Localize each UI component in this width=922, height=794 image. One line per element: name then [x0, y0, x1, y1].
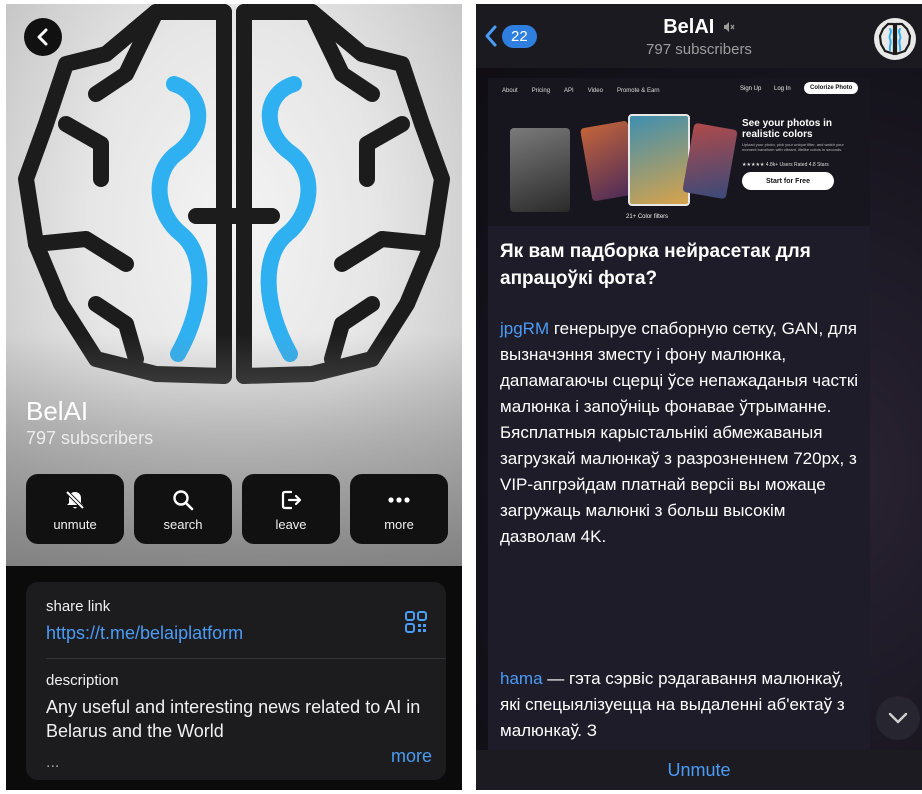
chat-footer: Unmute: [476, 750, 922, 790]
preview-nav-item: Video: [587, 88, 603, 94]
chevron-down-icon: [888, 712, 908, 724]
post-paragraph-1: jpgRM генерыруе спаборную сетку, GAN, дл…: [500, 316, 862, 550]
speaker-muted-icon: [723, 20, 735, 36]
leave-button[interactable]: leave: [242, 474, 340, 544]
search-label: search: [163, 516, 203, 532]
action-buttons: unmute search leave more: [26, 474, 448, 544]
search-button[interactable]: search: [134, 474, 232, 544]
paragraph-1-text: генерыруе спаборную сетку, GAN, для вызн…: [500, 319, 859, 546]
share-link[interactable]: https://t.me/belaiplatform: [46, 623, 430, 644]
hama-link[interactable]: hama: [500, 669, 543, 688]
share-link-caption: share link: [46, 598, 111, 615]
leave-label: leave: [275, 516, 307, 532]
post-paragraph-2: hama — гэта сэрвіс рэдагавання малюнкаў,…: [500, 666, 862, 744]
preview-signup: Sign Up: [740, 86, 762, 92]
chevron-left-icon: [37, 28, 48, 46]
chat-subscriber-count: 797 subscribers: [646, 41, 752, 58]
preview-description: Upload your photo, pick your unique filt…: [742, 142, 844, 152]
ellipsis-icon: [387, 487, 411, 513]
preview-nav-item: About: [502, 88, 518, 94]
preview-photo-color-2: [628, 114, 690, 206]
more-label: more: [384, 516, 414, 532]
description-row: description Any useful and interesting n…: [46, 672, 430, 743]
chat-title: BelAI: [663, 16, 715, 38]
jpgrm-link[interactable]: jpgRM: [500, 319, 549, 338]
preview-filters-label: 21+ Color filters: [626, 214, 669, 220]
channel-avatar[interactable]: [874, 18, 916, 60]
share-link-row: share link https://t.me/belaiplatform: [46, 598, 430, 644]
description-text: Any useful and interesting news related …: [46, 697, 421, 741]
screenshot-root: BelAI 797 subscribers unmute search leav…: [0, 0, 922, 794]
channel-title: BelAI: [26, 396, 89, 426]
preview-photo-color-3: [682, 122, 738, 200]
preview-colorize-button: Colorize Photo: [804, 82, 859, 94]
post-title: Як вам падборка нейрасетак для апрацоўкі…: [500, 241, 811, 289]
chat-header: 22 BelAI 797 subscribers: [476, 4, 922, 68]
paragraph-2-text: — гэта сэрвіс рэдагавання малюнкаў, які …: [500, 669, 845, 740]
preview-nav-item: Pricing: [531, 88, 551, 94]
unmute-label: unmute: [53, 516, 97, 532]
link-preview-image[interactable]: About Pricing API Video Promote & Earn S…: [488, 78, 870, 226]
preview-start-button: Start for Free: [742, 172, 834, 190]
chat-title-block[interactable]: BelAI 797 subscribers: [476, 16, 922, 58]
preview-nav-item: API: [564, 88, 574, 94]
description-caption: description: [46, 672, 119, 689]
leave-icon: [280, 487, 302, 513]
unmute-chat-button[interactable]: Unmute: [667, 760, 730, 781]
channel-post: About Pricing API Video Promote & Earn S…: [488, 78, 870, 758]
back-button[interactable]: [24, 18, 62, 56]
description-ellipsis: ...: [46, 754, 60, 771]
brain-logo-icon: [878, 22, 912, 56]
scroll-down-button[interactable]: [876, 696, 920, 740]
bell-slash-icon: [64, 487, 86, 513]
description-more-link[interactable]: more: [391, 746, 432, 767]
qr-code-icon[interactable]: [404, 610, 428, 634]
preview-nav-item: Promote & Earn: [616, 88, 660, 94]
preview-headline: See your photos in realistic colors: [742, 118, 833, 140]
unmute-button[interactable]: unmute: [26, 474, 124, 544]
preview-photo-bw: [510, 128, 570, 212]
preview-rating: ★★★★★ 4.8k+ Users Rated 4.8 Stars: [742, 162, 829, 168]
search-icon: [172, 487, 194, 513]
more-button[interactable]: more: [350, 474, 448, 544]
divider: [46, 658, 446, 659]
channel-profile-panel: BelAI 797 subscribers unmute search leav…: [6, 4, 462, 790]
subscriber-count: 797 subscribers: [26, 428, 154, 448]
channel-info-card: share link https://t.me/belaiplatform de…: [26, 582, 446, 780]
channel-chat-panel: 22 BelAI 797 subscribers About Pricing A…: [476, 4, 922, 790]
preview-login: Log In: [774, 86, 791, 92]
